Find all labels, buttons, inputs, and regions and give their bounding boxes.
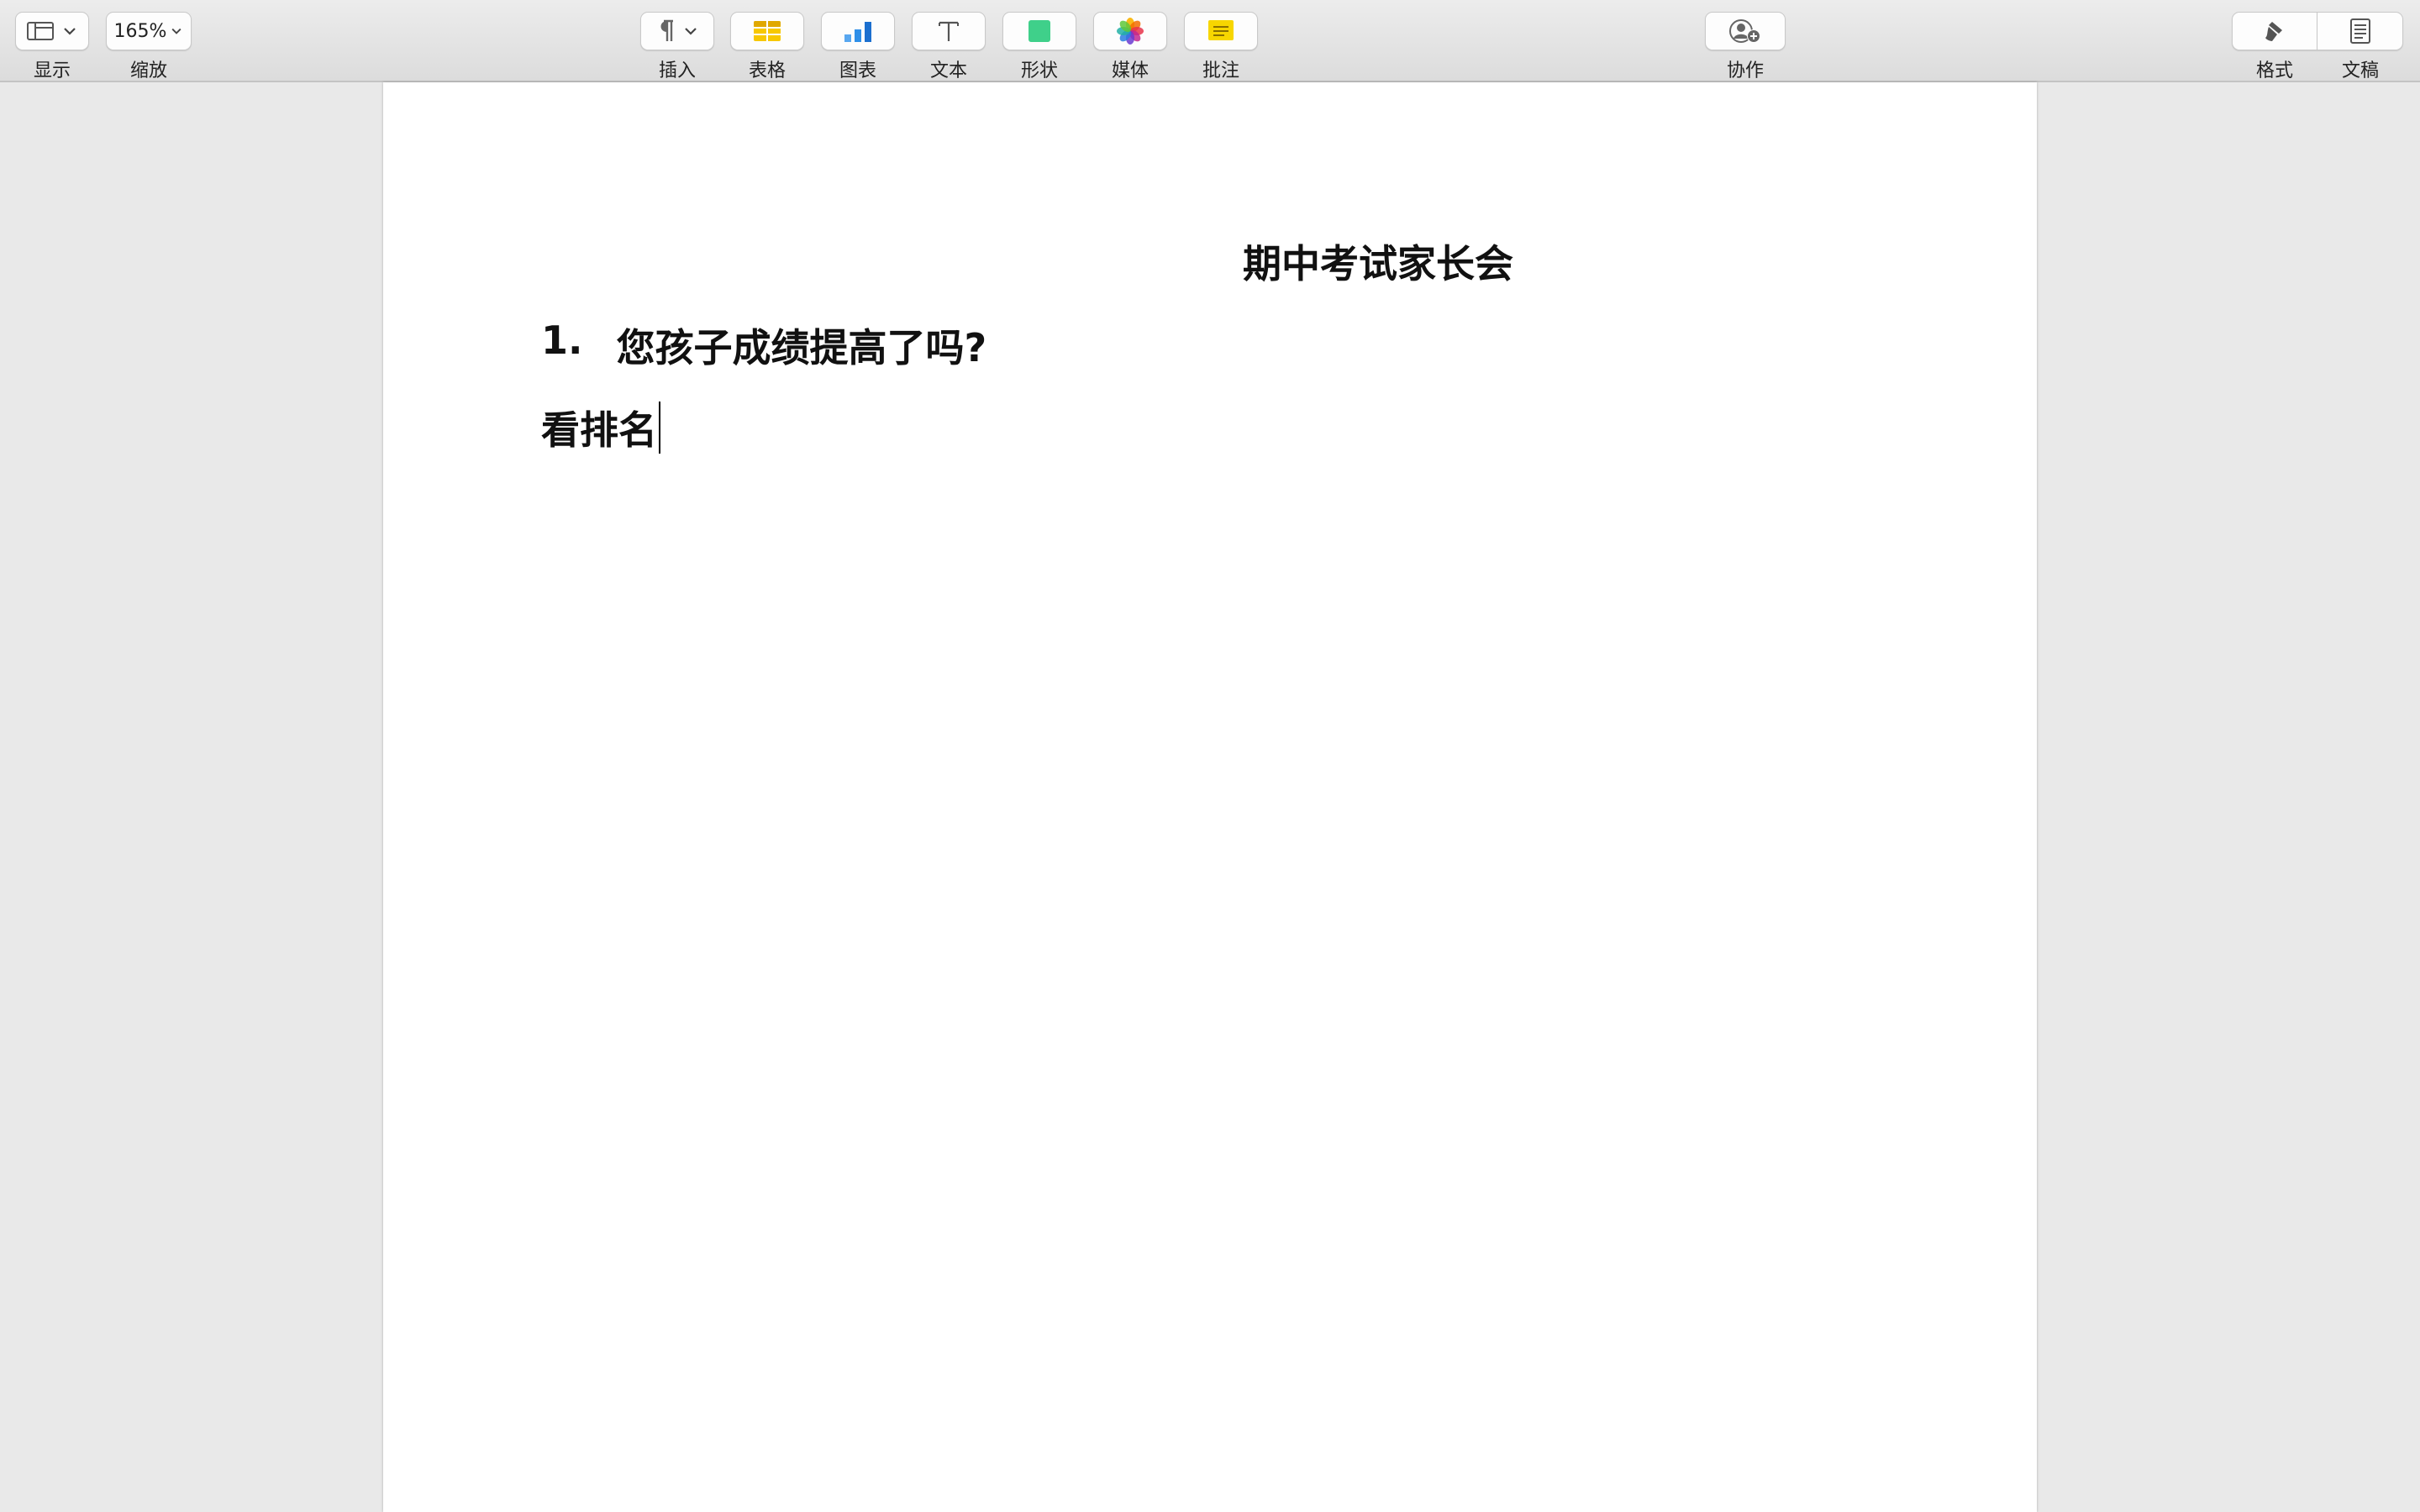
text-label: 文本 — [929, 60, 967, 81]
photos-icon — [1117, 18, 1144, 45]
insert-tool[interactable]: 插入 — [640, 12, 714, 82]
zoom-value: 165% — [113, 20, 167, 42]
media-button[interactable] — [1093, 12, 1167, 50]
body-text[interactable]: 看排名 — [541, 400, 657, 455]
media-label: 媒体 — [1111, 60, 1149, 81]
shape-icon — [1028, 20, 1050, 42]
text-button[interactable] — [912, 12, 986, 50]
view-tool[interactable]: 显示 — [15, 12, 89, 82]
chevron-down-icon — [171, 28, 182, 34]
document-canvas[interactable]: 期中考试家长会 1. 您孩子成绩提高了吗? 看排名 — [0, 82, 2420, 1512]
view-label: 显示 — [33, 60, 71, 81]
paragraph-icon — [660, 19, 673, 41]
chevron-down-icon — [64, 28, 76, 35]
document-page[interactable]: 期中考试家长会 1. 您孩子成绩提高了吗? 看排名 — [383, 82, 2037, 1512]
collaborate-tool[interactable]: 协作 — [1705, 12, 1786, 82]
insert-label: 插入 — [658, 60, 696, 81]
view-button[interactable] — [15, 12, 89, 50]
table-label: 表格 — [748, 60, 786, 81]
document-title[interactable]: 期中考试家长会 — [383, 234, 2037, 289]
add-person-icon — [1729, 19, 1760, 43]
format-button[interactable] — [2232, 12, 2317, 50]
table-icon — [754, 21, 781, 41]
comment-button[interactable] — [1184, 12, 1258, 50]
toolbar: 显示 165% 缩放 插入 表格 图表 文本 形状 媒体 批注 协作 格式 文稿 — [0, 0, 2420, 82]
document-label: 文稿 — [2341, 60, 2379, 81]
collaborate-label: 协作 — [1726, 60, 1764, 81]
shape-button[interactable] — [1002, 12, 1076, 50]
document-icon — [2349, 18, 2370, 44]
shape-label: 形状 — [1020, 60, 1058, 81]
chart-label: 图表 — [839, 60, 876, 81]
shape-tool[interactable]: 形状 — [1002, 12, 1076, 82]
paintbrush-icon — [2265, 22, 2282, 41]
media-tool[interactable]: 媒体 — [1093, 12, 1167, 82]
body-paragraph[interactable]: 看排名 — [541, 400, 660, 455]
table-tool[interactable]: 表格 — [730, 12, 804, 82]
chart-button[interactable] — [821, 12, 895, 50]
text-tool[interactable]: 文本 — [912, 12, 986, 82]
collaborate-button[interactable] — [1705, 12, 1786, 50]
text-cursor — [659, 402, 660, 454]
zoom-tool[interactable]: 165% 缩放 — [106, 12, 192, 82]
comment-icon — [1208, 20, 1234, 40]
insert-button[interactable] — [640, 12, 714, 50]
document-button[interactable] — [2317, 12, 2403, 50]
sidebar-view-icon — [27, 22, 54, 40]
comment-label: 批注 — [1202, 60, 1239, 81]
table-button[interactable] — [730, 12, 804, 50]
zoom-select[interactable]: 165% — [106, 12, 192, 50]
text-icon — [939, 21, 959, 41]
list-text[interactable]: 您孩子成绩提高了吗? — [616, 318, 986, 373]
format-label: 格式 — [2255, 60, 2293, 81]
document-tool[interactable]: 文稿 — [2317, 12, 2403, 82]
chevron-down-icon — [685, 28, 697, 35]
comment-tool[interactable]: 批注 — [1184, 12, 1258, 82]
bar-chart-icon — [844, 22, 871, 42]
inspector-segmented-control: 格式 文稿 — [2232, 12, 2403, 82]
list-item[interactable]: 1. 您孩子成绩提高了吗? — [541, 318, 986, 373]
list-number: 1. — [541, 318, 583, 363]
zoom-label: 缩放 — [129, 60, 167, 81]
chart-tool[interactable]: 图表 — [821, 12, 895, 82]
format-tool[interactable]: 格式 — [2232, 12, 2317, 82]
